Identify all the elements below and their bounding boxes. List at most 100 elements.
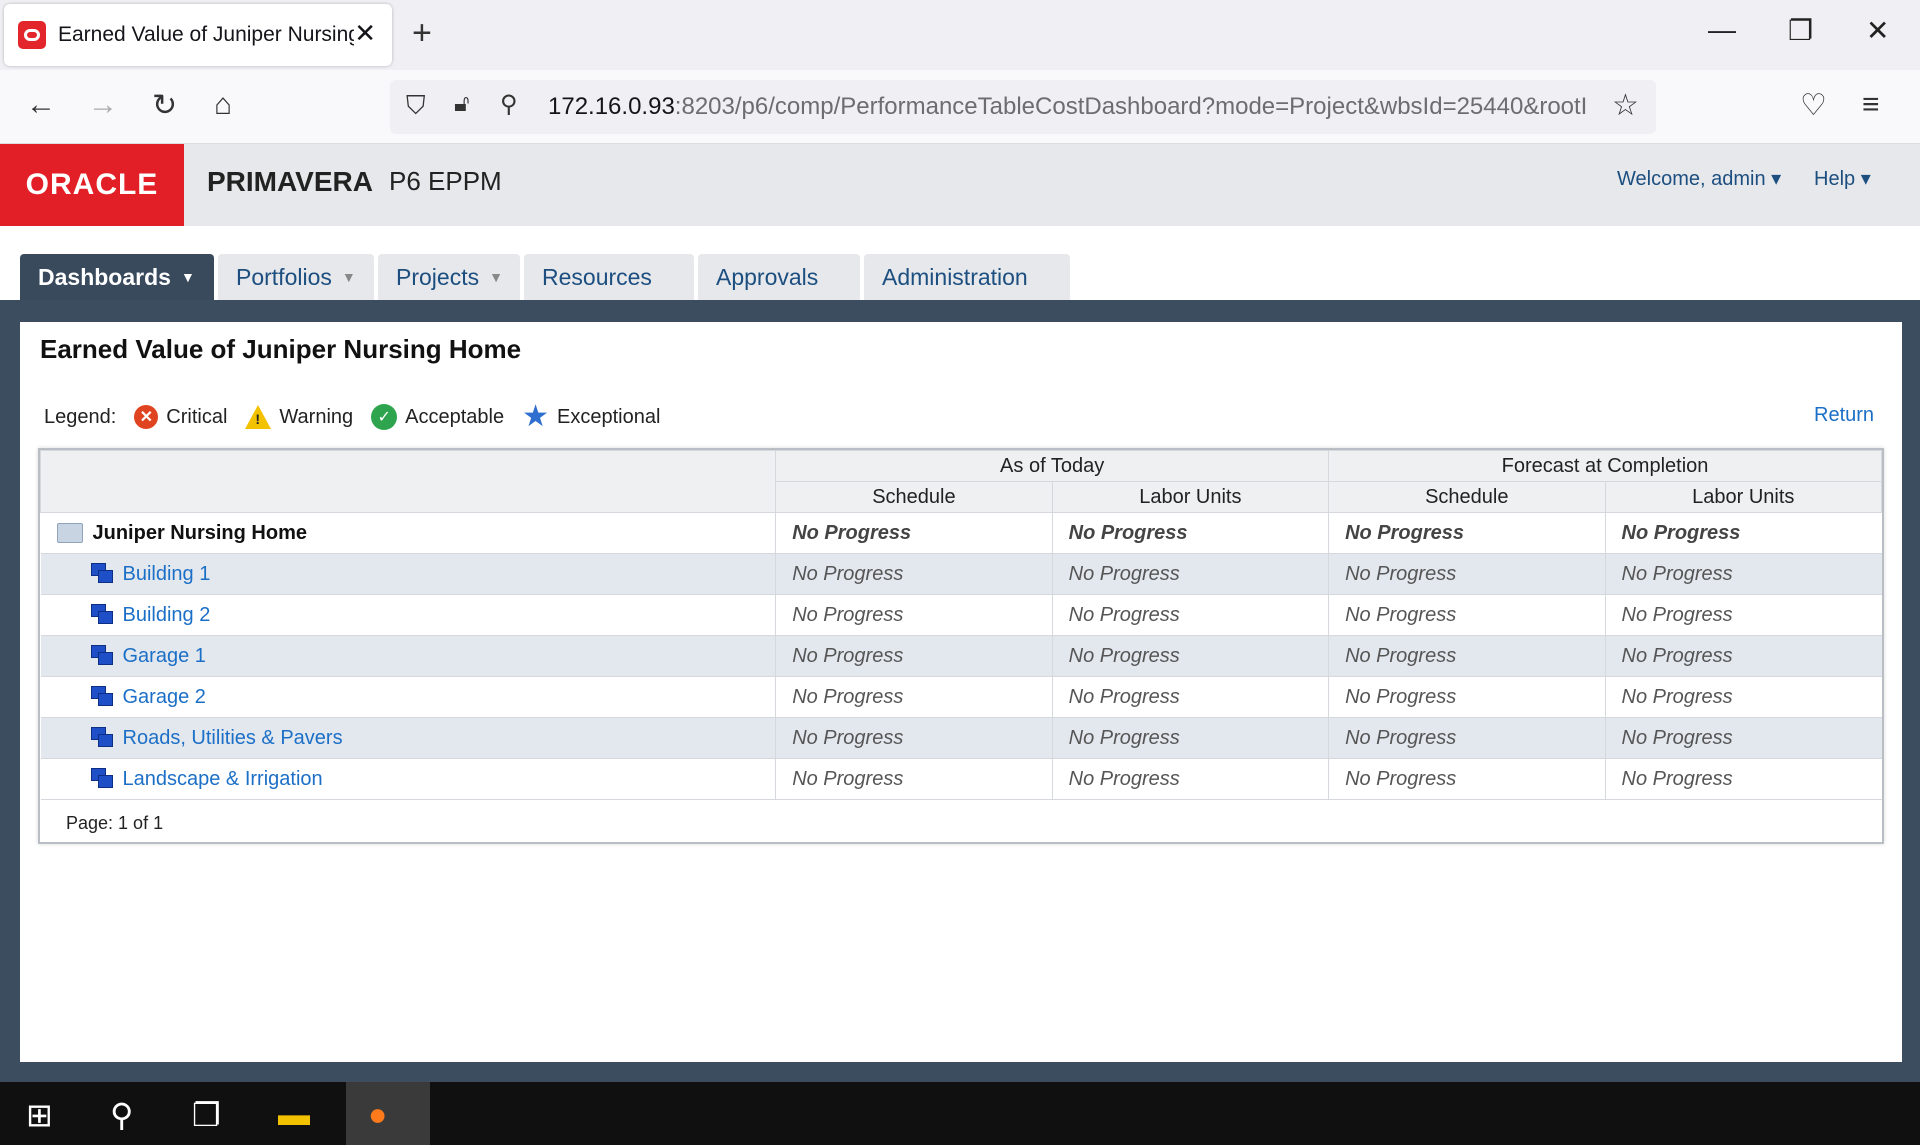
value-cell: No Progress — [1051, 512, 1329, 554]
url-text[interactable]: 172.16.0.93:8203/p6/comp/PerformanceTabl… — [548, 93, 1598, 121]
value-cell: No Progress — [775, 553, 1053, 595]
back-icon[interactable]: ← — [26, 88, 56, 122]
address-bar[interactable]: ⛉ 🔓︎ ⚲ 172.16.0.93:8203/p6/comp/Performa… — [390, 80, 1656, 134]
return-link[interactable]: Return — [1814, 404, 1874, 427]
reload-icon[interactable]: ↻ — [152, 88, 177, 123]
value-cell: No Progress — [775, 676, 1053, 718]
value-cell: No Progress — [1328, 676, 1605, 718]
restore-button[interactable]: ❐ — [1788, 14, 1813, 47]
minimize-button[interactable]: — — [1708, 14, 1736, 46]
windows-start-icon[interactable]: ⊞ — [26, 1096, 53, 1134]
permissions-icon[interactable]: ⚲ — [500, 90, 518, 119]
shield-icon[interactable]: ⛉ — [406, 90, 426, 122]
new-tab-button[interactable]: + — [412, 14, 432, 53]
browser-tab[interactable]: Earned Value of Juniper Nursing Home ✕ — [4, 4, 392, 66]
insecure-lock-icon[interactable]: 🔓︎ — [454, 90, 470, 118]
search-icon[interactable]: ⚲ — [110, 1096, 133, 1134]
value-cell: No Progress — [1604, 635, 1882, 677]
row-name: Roads, Utilities & Pavers — [40, 717, 776, 759]
browser-tab-strip: Earned Value of Juniper Nursing Home ✕ +… — [0, 0, 1920, 70]
wbs-icon — [90, 727, 115, 749]
caret-down-icon: ▼ — [341, 269, 356, 285]
wbs-link[interactable]: Building 2 — [123, 604, 211, 626]
tab-projects[interactable]: Projects ▼ — [378, 254, 520, 300]
bookmark-star-icon[interactable]: ☆ — [1612, 88, 1639, 123]
warning-icon: ! — [245, 405, 272, 429]
close-tab-icon[interactable]: ✕ — [354, 18, 376, 49]
table-row: Building 2 No Progress No Progress No Pr… — [40, 594, 1882, 636]
wbs-icon — [90, 563, 115, 585]
value-cell: No Progress — [1051, 594, 1329, 636]
caret-down-icon: ▼ — [489, 269, 503, 285]
value-cell: No Progress — [1604, 553, 1882, 595]
firefox-taskbar-button[interactable]: ● — [346, 1082, 430, 1145]
column-header: Schedule — [775, 481, 1053, 513]
tab-dashboards[interactable]: Dashboards ▼ — [20, 254, 214, 300]
legend-exceptional-label: Exceptional — [557, 405, 661, 428]
value-cell: No Progress — [1328, 594, 1605, 636]
tab-resources[interactable]: Resources — [524, 254, 694, 300]
welcome-user-menu[interactable]: Welcome, admin ▾ — [1617, 166, 1781, 191]
help-menu[interactable]: Help ▾ — [1814, 166, 1871, 191]
tab-approvals[interactable]: Approvals — [698, 254, 860, 300]
pocket-icon[interactable]: ♡ — [1800, 88, 1827, 123]
value-cell: No Progress — [1604, 758, 1882, 800]
home-icon[interactable]: ⌂ — [214, 88, 232, 122]
wbs-link[interactable]: Building 1 — [123, 563, 211, 585]
column-header: Labor Units — [1051, 481, 1330, 513]
legend: Legend: ✕ Critical ! Warning ✓ Acceptabl… — [44, 402, 660, 432]
menu-icon[interactable]: ≡ — [1862, 88, 1880, 122]
forward-icon[interactable]: → — [88, 88, 118, 122]
wbs-link[interactable]: Landscape & Irrigation — [123, 768, 323, 790]
oracle-favicon-icon — [18, 21, 46, 49]
critical-icon: ✕ — [134, 405, 159, 429]
browser-tab-title: Earned Value of Juniper Nursing Home — [58, 23, 354, 46]
row-name: Building 2 — [40, 594, 776, 636]
firefox-icon: ● — [368, 1096, 388, 1132]
table-row-root: Juniper Nursing Home No Progress No Prog… — [40, 512, 1882, 554]
legend-warning-label: Warning — [279, 405, 354, 428]
tab-label: Resources — [542, 263, 652, 290]
wbs-icon — [90, 686, 115, 708]
value-cell: No Progress — [775, 635, 1053, 677]
table-row: Building 1 No Progress No Progress No Pr… — [40, 553, 1882, 595]
name-column-header — [39, 450, 777, 513]
value-cell: No Progress — [1051, 758, 1329, 800]
wbs-link[interactable]: Garage 1 — [123, 645, 206, 667]
group-header-forecast: Forecast at Completion — [1328, 450, 1882, 482]
value-cell: No Progress — [1604, 512, 1882, 554]
legend-critical: ✕ Critical — [134, 405, 227, 429]
value-cell: No Progress — [1328, 758, 1605, 800]
table-row: Landscape & Irrigation No Progress No Pr… — [40, 758, 1882, 800]
app-header: ORACLE PRIMAVERA P6 EPPM Welcome, admin … — [0, 144, 1920, 226]
value-cell: No Progress — [1328, 553, 1605, 595]
row-name: Landscape & Irrigation — [40, 758, 776, 800]
wbs-link[interactable]: Garage 2 — [123, 686, 206, 708]
value-cell: No Progress — [1328, 512, 1605, 554]
file-explorer-icon[interactable]: ▬ — [278, 1096, 310, 1133]
group-header-as-of-today: As of Today — [775, 450, 1330, 482]
task-view-icon[interactable]: ❐ — [192, 1096, 221, 1134]
close-window-button[interactable]: ✕ — [1866, 14, 1889, 47]
star-icon: ★ — [522, 400, 550, 433]
legend-acceptable: ✓ Acceptable — [371, 404, 504, 430]
legend-critical-label: Critical — [166, 405, 228, 428]
table-row: Garage 2 No Progress No Progress No Prog… — [40, 676, 1882, 718]
row-name: Building 1 — [40, 553, 776, 595]
tab-label: Projects — [396, 263, 480, 290]
tab-label: Dashboards — [38, 263, 171, 290]
value-cell: No Progress — [1051, 717, 1329, 759]
legend-acceptable-label: Acceptable — [405, 405, 505, 428]
row-name: Juniper Nursing Home — [40, 512, 776, 554]
oracle-logo: ORACLE — [0, 144, 184, 226]
value-cell: No Progress — [775, 758, 1053, 800]
tab-portfolios[interactable]: Portfolios ▼ — [218, 254, 374, 300]
earned-value-table: As of Today Forecast at Completion Sched… — [38, 448, 1884, 844]
acceptable-icon: ✓ — [371, 404, 398, 430]
wbs-icon — [90, 768, 115, 790]
value-cell: No Progress — [1051, 676, 1329, 718]
tab-administration[interactable]: Administration — [864, 254, 1070, 300]
table-row: Garage 1 No Progress No Progress No Prog… — [40, 635, 1882, 677]
row-name: Garage 2 — [40, 676, 776, 718]
wbs-link[interactable]: Roads, Utilities & Pavers — [123, 727, 343, 749]
